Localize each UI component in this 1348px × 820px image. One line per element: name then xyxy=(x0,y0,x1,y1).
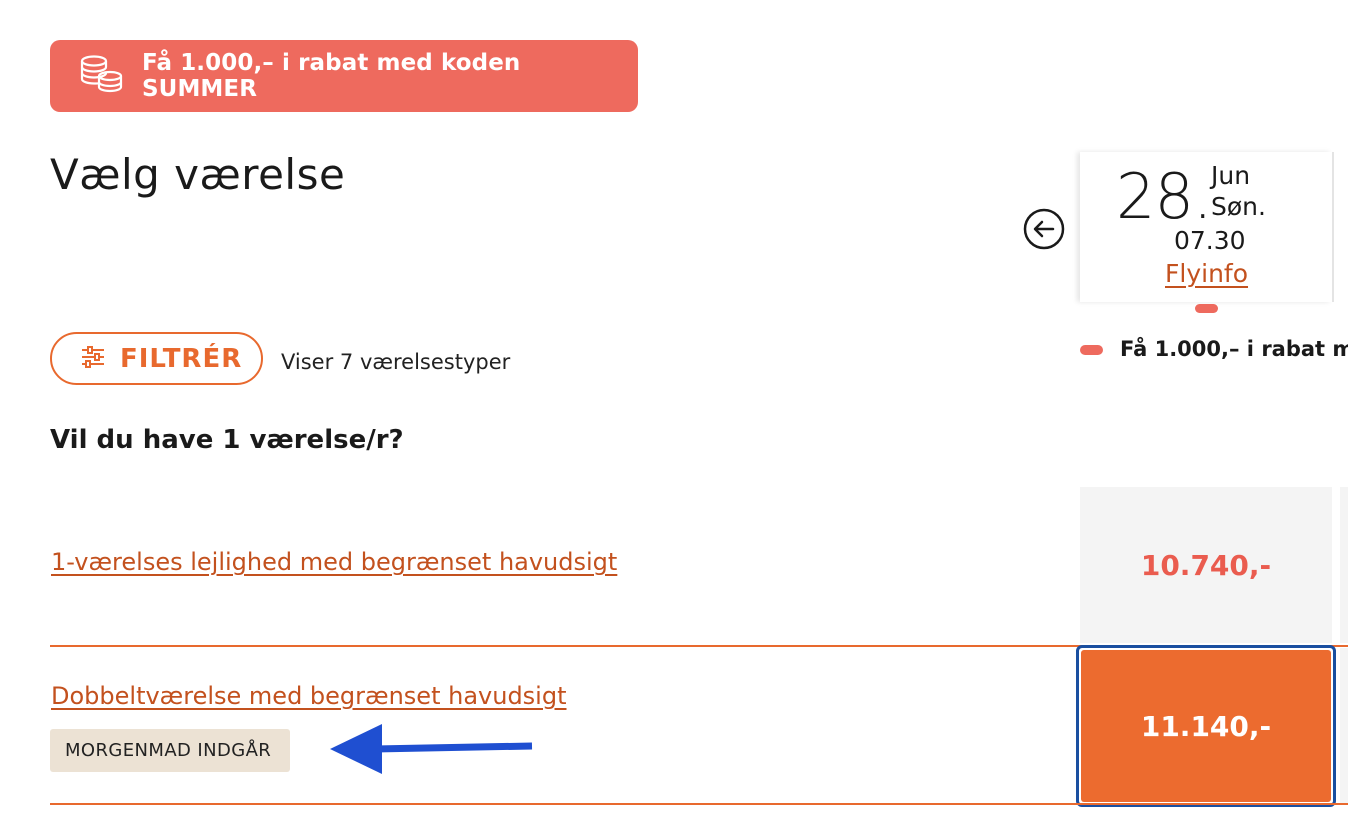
date-card-divider xyxy=(1332,152,1334,302)
row-divider xyxy=(50,803,1348,805)
selected-price-cell[interactable]: 11.140,- xyxy=(1076,645,1336,807)
previous-date-button[interactable] xyxy=(1022,207,1066,255)
promo-text: Få 1.000,– i rabat med koden SUMMER xyxy=(142,50,521,102)
room-count-question: Vil du have 1 værelse/r? xyxy=(50,425,404,455)
date-weekday: Søn. xyxy=(1211,192,1266,221)
price-value: 10.740,- xyxy=(1140,548,1272,582)
sliders-icon xyxy=(80,345,106,372)
selected-date-indicator xyxy=(1195,304,1218,313)
legend-text: Få 1.000,– i rabat med koden SUMMER xyxy=(1120,337,1348,361)
arrow-left-circle-icon xyxy=(1022,208,1066,255)
filter-label: FILTRÉR xyxy=(120,343,243,374)
flight-info-link[interactable]: Flyinfo xyxy=(1165,259,1248,288)
price-cell[interactable]: 10.740,- xyxy=(1080,487,1332,643)
annotation-arrow-icon xyxy=(328,712,538,780)
next-price-cell[interactable] xyxy=(1340,648,1348,804)
legend: Få 1.000,– i rabat med koden SUMMER xyxy=(1118,330,1348,370)
page-title: Vælg værelse xyxy=(50,150,346,199)
breakfast-included-badge: MORGENMAD INDGÅR xyxy=(50,729,290,772)
selected-price-fill: 11.140,- xyxy=(1081,650,1331,802)
filter-button[interactable]: FILTRÉR xyxy=(50,332,263,385)
room-name-link[interactable]: 1-værelses lejlighed med begrænset havud… xyxy=(51,548,617,576)
date-month: Jun xyxy=(1211,161,1251,190)
price-value: 11.140,- xyxy=(1140,709,1272,743)
result-count: Viser 7 værelsestyper xyxy=(281,350,511,374)
room-name-link[interactable]: Dobbeltværelse med begrænset havudsigt xyxy=(51,682,567,710)
date-day: 28. xyxy=(1116,160,1213,233)
coins-icon xyxy=(78,54,124,98)
departure-time: 07.30 xyxy=(1174,226,1246,255)
promo-banner: Få 1.000,– i rabat med koden SUMMER xyxy=(50,40,638,112)
legend-marker xyxy=(1080,345,1103,355)
next-price-cell[interactable] xyxy=(1340,487,1348,643)
